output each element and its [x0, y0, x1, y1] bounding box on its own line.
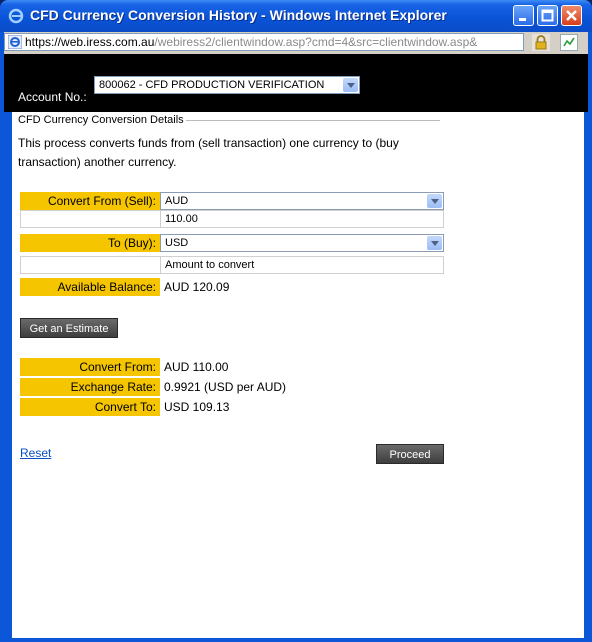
ie-logo-icon	[8, 8, 24, 24]
get-estimate-button[interactable]: Get an Estimate	[20, 318, 118, 338]
account-selected-value: 800062 - CFD PRODUCTION VERIFICATION	[99, 79, 325, 91]
exchange-rate-label: Exchange Rate:	[20, 378, 160, 396]
window-title: CFD Currency Conversion History - Window…	[30, 7, 447, 23]
address-bar: https://web.iress.com.au/webiress2/clien…	[4, 32, 588, 54]
account-select[interactable]: 800062 - CFD PRODUCTION VERIFICATION	[94, 76, 360, 94]
maximize-icon	[541, 9, 554, 22]
reset-link[interactable]: Reset	[20, 446, 51, 460]
close-button[interactable]	[561, 5, 582, 26]
estimate-from-label: Convert From:	[20, 358, 160, 376]
amount-spacer	[20, 210, 160, 228]
section-legend: CFD Currency Conversion Details	[18, 114, 184, 126]
to-buy-label: To (Buy):	[20, 234, 160, 252]
conversion-panel: CFD Currency Conversion Details This pro…	[12, 112, 584, 638]
minimize-button[interactable]	[513, 5, 534, 26]
estimate-to-value: USD 109.13	[164, 400, 230, 414]
convert-from-label: Convert From (Sell):	[20, 192, 160, 210]
estimate-from-value: AUD 110.00	[164, 360, 229, 374]
lock-icon[interactable]	[532, 34, 550, 51]
hint-spacer	[20, 256, 160, 274]
to-buy-value: USD	[165, 237, 189, 249]
title-bar: CFD Currency Conversion History - Window…	[0, 0, 592, 32]
to-buy-select[interactable]: USD	[160, 234, 444, 252]
amount-input[interactable]: 110.00	[160, 210, 444, 228]
estimate-to-label: Convert To:	[20, 398, 160, 416]
minimize-icon	[519, 18, 526, 21]
available-balance-label: Available Balance:	[20, 278, 160, 296]
account-bar: Account No.: 800062 - CFD PRODUCTION VER…	[4, 54, 588, 112]
chevron-down-icon[interactable]	[427, 236, 442, 250]
available-balance-value: AUD 120.09	[164, 280, 230, 294]
page-icon	[8, 35, 22, 49]
exchange-rate-value: 0.9921 (USD per AUD)	[164, 380, 287, 394]
legend-divider	[186, 120, 440, 121]
close-icon	[566, 10, 577, 21]
proceed-button[interactable]: Proceed	[376, 444, 444, 464]
maximize-button[interactable]	[537, 5, 558, 26]
url-scheme: https://	[25, 35, 62, 49]
url-host: web.iress.com.au	[61, 35, 155, 49]
chevron-down-icon[interactable]	[427, 194, 442, 208]
address-field[interactable]: https://web.iress.com.au/webiress2/clien…	[4, 33, 524, 51]
convert-from-select[interactable]: AUD	[160, 192, 444, 210]
chevron-down-icon[interactable]	[343, 78, 358, 92]
browser-window: CFD Currency Conversion History - Window…	[0, 0, 592, 642]
description-text: This process converts funds from (sell t…	[18, 136, 399, 169]
account-label: Account No.:	[18, 90, 87, 104]
certificate-icon[interactable]	[560, 34, 578, 51]
url-path: /webiress2/clientwindow.asp?cmd=4&src=cl…	[154, 35, 478, 49]
amount-hint: Amount to convert	[160, 256, 444, 274]
convert-from-value: AUD	[165, 195, 189, 207]
